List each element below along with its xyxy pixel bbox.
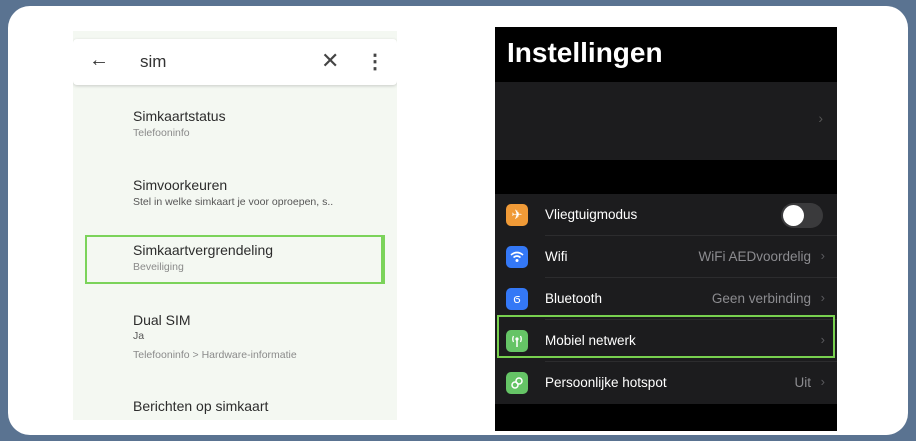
row-bluetooth[interactable]: ϭ Bluetooth Geen verbinding › [495,278,837,319]
list-item[interactable]: Dual SIM Ja Telefooninfo > Hardware-info… [133,311,297,363]
back-arrow-icon[interactable]: ← [89,49,109,72]
row-airplane-mode[interactable]: ✈ Vliegtuigmodus [495,194,837,235]
item-subtitle: Stel in welke simkaart je voor oproepen,… [133,196,334,208]
list-item[interactable]: Simkaartstatus Telefooninfo [133,107,226,141]
page-title: Instellingen [507,37,663,68]
close-icon[interactable]: ✕ [321,48,339,74]
item-value: Ja [133,330,145,342]
hotspot-icon [506,372,528,394]
item-title: Berichten op simkaart [133,398,269,414]
search-bar[interactable]: ← sim ✕ ⋮ [73,39,397,85]
item-title: Dual SIM [133,312,191,328]
profile-row[interactable]: › [495,82,837,160]
wifi-icon [506,246,528,268]
more-options-icon[interactable]: ⋮ [365,49,385,74]
row-value: Geen verbinding [711,291,811,306]
row-value: Uit [794,375,812,390]
list-item[interactable]: Simvoorkeuren Stel in welke simkaart je … [133,176,333,210]
airplane-toggle[interactable] [781,203,823,228]
content-card: ← sim ✕ ⋮ Simkaartstatus Telefooninfo Si… [8,6,908,435]
settings-group: ✈ Vliegtuigmodus Wifi WiFi AEDvoordelig [495,194,837,404]
item-title: Simkaartvergrendeling [133,242,274,258]
android-settings-search: ← sim ✕ ⋮ Simkaartstatus Telefooninfo Si… [73,31,397,420]
item-subtitle: Beveiliging [133,261,184,273]
row-label: Vliegtuigmodus [545,207,638,222]
airplane-icon: ✈ [506,204,528,226]
chevron-right-icon: › [818,110,823,126]
item-title: Simkaartstatus [133,108,226,124]
row-label: Persoonlijke hotspot [545,375,667,390]
chevron-right-icon: › [820,374,825,389]
row-label: Bluetooth [545,291,603,306]
list-item-simlock[interactable]: Simkaartvergrendeling Beveiliging [133,241,273,275]
item-subtitle: Telefooninfo > Hardware-informatie [133,349,297,361]
bluetooth-icon: ϭ [506,288,528,310]
row-personal-hotspot[interactable]: Persoonlijke hotspot Uit › [495,362,837,403]
toggle-knob [783,205,804,226]
list-item[interactable]: Berichten op simkaart [133,397,268,415]
chevron-right-icon: › [820,290,825,305]
ios-settings: Instellingen › ✈ Vliegtuigmodus Wifi WiF… [495,27,837,431]
row-wifi[interactable]: Wifi WiFi AEDvoordelig › [495,236,837,277]
item-title: Simvoorkeuren [133,177,228,193]
highlight-box [497,315,835,358]
item-subtitle: Telefooninfo [133,127,190,139]
row-label: Wifi [545,249,568,264]
chevron-right-icon: › [820,248,825,263]
row-value: WiFi AEDvoordelig [698,249,811,264]
search-input[interactable]: sim [140,52,166,72]
